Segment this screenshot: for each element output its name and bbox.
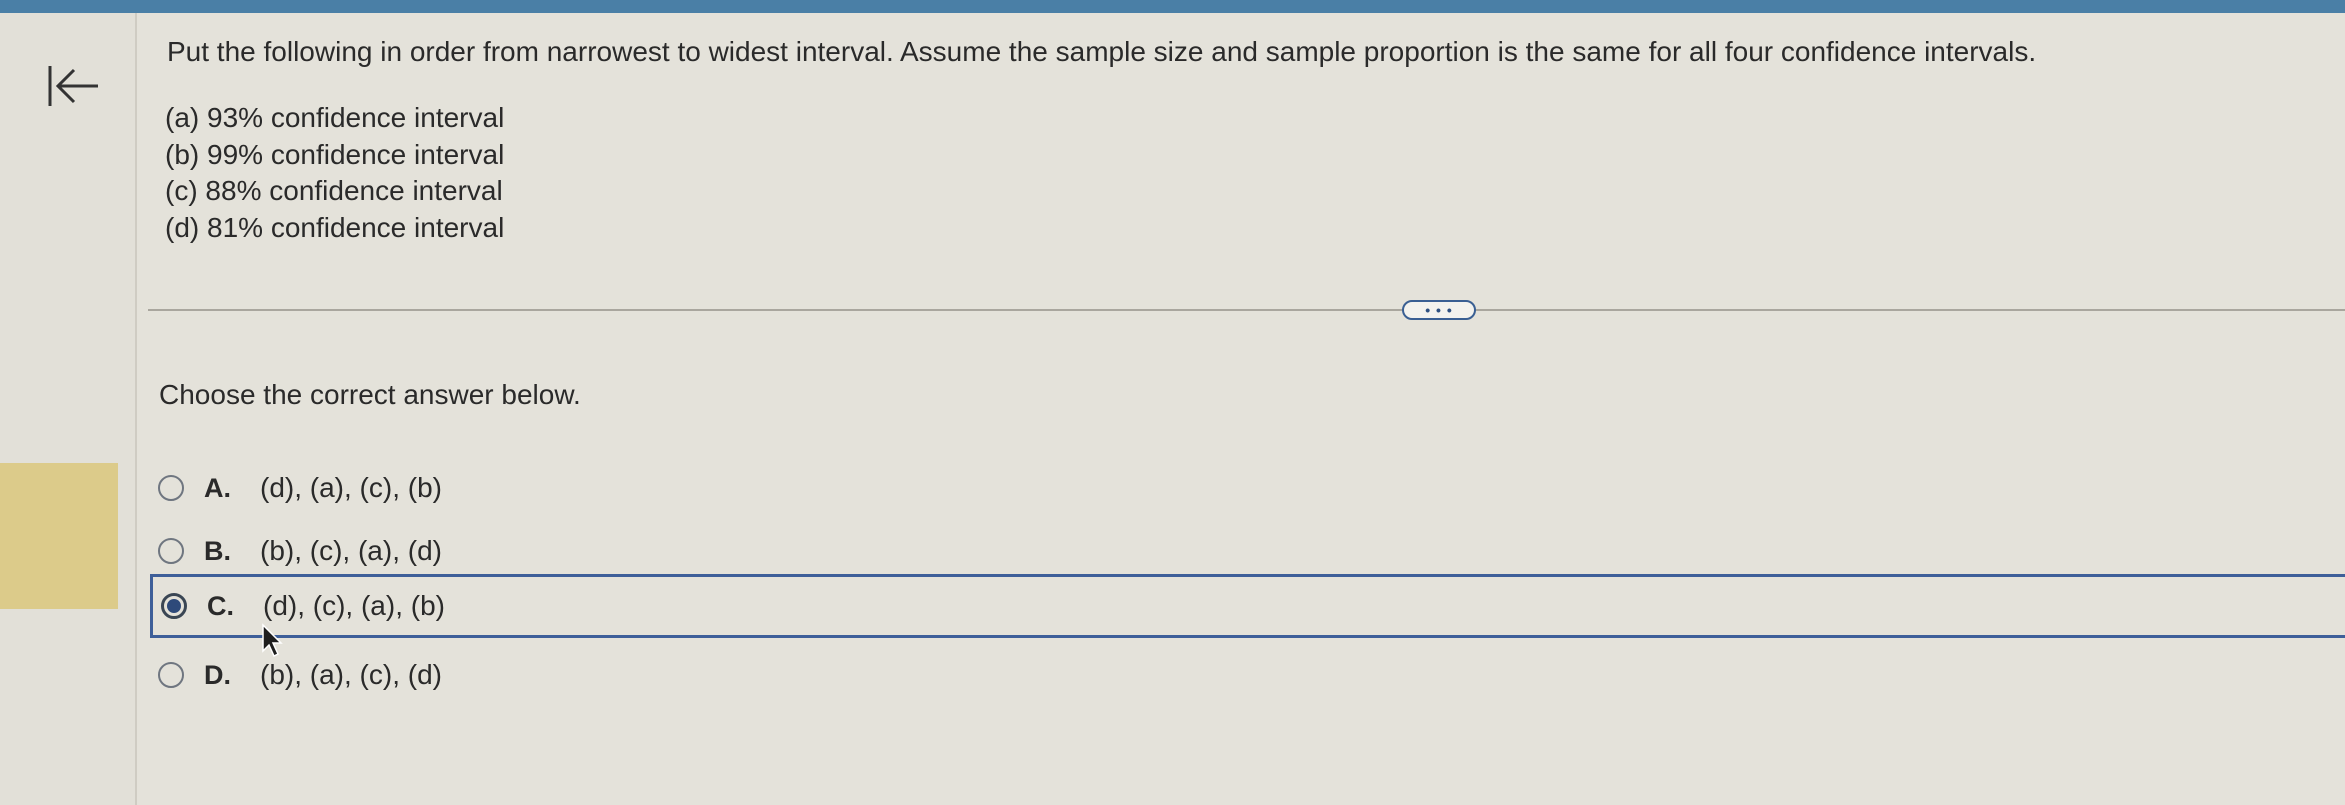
radio-dot bbox=[167, 599, 181, 613]
option-b-letter: B. bbox=[204, 535, 231, 566]
left-rail bbox=[0, 13, 137, 805]
option-a[interactable]: A. (d), (a), (c), (b) bbox=[150, 461, 2345, 515]
question-items: (a) 93% confidence interval (b) 99% conf… bbox=[165, 100, 504, 246]
option-a-letter: A. bbox=[204, 472, 231, 503]
option-d-letter: D. bbox=[204, 659, 231, 690]
collapse-left-icon[interactable] bbox=[44, 58, 104, 114]
option-c-text: (d), (c), (a), (b) bbox=[263, 590, 445, 621]
item-b: (b) 99% confidence interval bbox=[165, 138, 505, 170]
option-c-letter: C. bbox=[207, 590, 234, 621]
radio-b[interactable] bbox=[158, 538, 184, 564]
item-a: (a) 93% confidence interval bbox=[165, 102, 505, 133]
item-c: (c) 88% confidence interval bbox=[165, 175, 503, 206]
rail-highlight bbox=[0, 463, 118, 609]
option-c[interactable]: C. (d), (c), (a), (b) bbox=[150, 574, 2345, 638]
more-button[interactable]: • • • bbox=[1402, 300, 1476, 320]
option-a-text: (d), (a), (c), (b) bbox=[260, 472, 442, 503]
answer-prompt: Choose the correct answer below. bbox=[159, 379, 581, 410]
top-bar bbox=[0, 0, 2345, 13]
option-d-text: (b), (a), (c), (d) bbox=[260, 659, 442, 690]
option-b-text: (b), (c), (a), (d) bbox=[260, 535, 442, 566]
section-divider bbox=[148, 309, 2345, 311]
option-b[interactable]: B. (b), (c), (a), (d) bbox=[150, 524, 2345, 578]
option-d[interactable]: D. (b), (a), (c), (d) bbox=[150, 648, 2345, 702]
radio-a[interactable] bbox=[158, 475, 184, 501]
mouse-pointer-icon bbox=[261, 623, 285, 659]
item-d: (d) 81% confidence interval bbox=[165, 211, 505, 243]
radio-d[interactable] bbox=[158, 662, 184, 688]
question-text: Put the following in order from narrowes… bbox=[167, 36, 2037, 67]
radio-c-selected[interactable] bbox=[161, 593, 187, 619]
